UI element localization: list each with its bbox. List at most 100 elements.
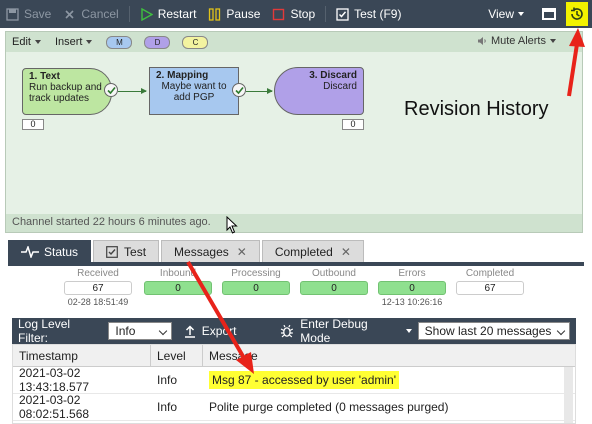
node-title: 1. Text	[29, 71, 60, 82]
log-message: Msg 87 - accessed by user 'admin'	[209, 371, 399, 389]
toolbar-divider	[128, 6, 130, 22]
debug-mode-button[interactable]: Enter Debug Mode	[280, 317, 412, 345]
dashboard-tabs: Status Test Messages ✕ Completed ✕	[8, 240, 584, 266]
export-label: Export	[201, 324, 237, 338]
channel-status-text: Channel started 22 hours 6 minutes ago.	[6, 214, 582, 232]
speaker-icon	[477, 37, 486, 45]
checkbox-icon	[336, 7, 349, 21]
export-button[interactable]: Export	[184, 324, 237, 338]
tab-status[interactable]: Status	[8, 240, 92, 262]
pill-c[interactable]: C	[182, 35, 209, 49]
tab-messages[interactable]: Messages ✕	[161, 240, 260, 262]
scrollbar[interactable]	[564, 367, 573, 423]
cancel-button[interactable]: Cancel	[57, 0, 124, 28]
stat-label: Outbound	[312, 268, 356, 279]
check-icon	[104, 83, 118, 97]
table-row[interactable]: 2021-03-02 13:43:18.577 Info Msg 87 - ac…	[13, 366, 575, 394]
toolbar-right: View	[480, 0, 592, 28]
check-icon	[232, 83, 246, 97]
chevron-down-icon	[550, 39, 556, 43]
node-description: Discard	[323, 81, 357, 92]
revision-history-button[interactable]	[566, 2, 588, 26]
log-level-value: Info	[115, 324, 136, 338]
stop-label: Stop	[290, 7, 316, 21]
node-count-badge: 0	[22, 119, 44, 130]
node-title: 2. Mapping	[156, 70, 209, 81]
pause-icon	[208, 7, 221, 21]
stat-errors: Errors 0 12-13 10:26:16	[378, 268, 446, 307]
test-label: Test (F9)	[354, 7, 402, 21]
stat-value: 0	[378, 281, 446, 295]
stat-label: Inbound	[159, 268, 197, 279]
log-level-filter-label: Log Level Filter:	[18, 317, 71, 345]
cancel-label: Cancel	[81, 7, 119, 21]
channel-canvas: Edit Insert M D C Mute Alerts 1. Text Ru…	[5, 31, 583, 233]
close-icon	[63, 8, 76, 21]
log-table: Timestamp Level Message 2021-03-02 13:43…	[12, 344, 576, 424]
tab-status-label: Status	[44, 244, 79, 259]
node-description: Run backup and track updates	[29, 82, 102, 104]
pause-button[interactable]: Pause	[202, 0, 266, 28]
pause-label: Pause	[226, 7, 261, 21]
node-description: Maybe want to add PGP	[161, 81, 227, 103]
bug-icon	[281, 324, 294, 338]
stat-value: 0	[300, 281, 368, 295]
tab-test[interactable]: Test	[93, 240, 160, 262]
message-count-select[interactable]: Show last 20 messages	[417, 322, 570, 340]
pill-m[interactable]: M	[106, 35, 133, 49]
node-discard[interactable]: 3. Discard Discard	[274, 67, 364, 115]
test-button[interactable]: Test (F9)	[330, 0, 407, 28]
debug-mode-label: Enter Debug Mode	[300, 317, 368, 345]
window-icon[interactable]	[542, 8, 556, 20]
stop-icon	[272, 8, 285, 21]
mouse-cursor-icon	[226, 216, 238, 234]
stat-label: Completed	[465, 268, 515, 279]
close-icon[interactable]: ✕	[341, 245, 351, 259]
chevron-down-icon	[158, 326, 168, 336]
column-header-message[interactable]: Message	[203, 345, 563, 366]
mute-alerts-button[interactable]: Mute Alerts	[477, 35, 556, 47]
stat-value: 67	[64, 281, 132, 295]
log-level-select[interactable]: Info	[108, 322, 172, 340]
stop-button[interactable]: Stop	[266, 0, 321, 28]
message-count-value: Show last 20 messages	[424, 324, 552, 338]
stat-timestamp: 12-13 10:26:16	[381, 297, 443, 307]
pill-d[interactable]: D	[144, 35, 171, 49]
tab-completed[interactable]: Completed ✕	[261, 240, 364, 262]
close-icon[interactable]: ✕	[237, 245, 247, 259]
chevron-down-icon	[86, 40, 93, 44]
edit-menu[interactable]: Edit	[12, 36, 41, 48]
stat-value: 67	[456, 281, 524, 295]
log-timestamp: 2021-03-02 13:43:18.577	[19, 366, 90, 394]
stat-value: 0	[144, 281, 212, 295]
save-icon	[6, 7, 19, 21]
table-row[interactable]: 2021-03-02 08:02:51.568 Info Polite purg…	[13, 393, 575, 421]
chevron-down-icon	[34, 40, 41, 44]
view-menu-button[interactable]: View	[480, 7, 532, 21]
pulse-icon	[21, 245, 39, 258]
column-header-level[interactable]: Level	[151, 345, 203, 366]
chevron-down-icon	[405, 329, 412, 333]
log-table-header: Timestamp Level Message	[13, 345, 575, 367]
stat-timestamp: 02-28 18:51:49	[67, 297, 129, 307]
history-icon	[571, 7, 583, 20]
stat-label: Processing	[231, 268, 281, 279]
message-stats: Received 67 02-28 18:51:49 Inbound 0 Pro…	[64, 268, 584, 312]
column-header-timestamp[interactable]: Timestamp	[13, 345, 151, 366]
edit-label: Edit	[12, 36, 31, 48]
main-toolbar: Save Cancel Restart Pause Stop Test (F9)…	[0, 0, 592, 28]
mute-alerts-label: Mute Alerts	[490, 35, 546, 47]
play-icon	[140, 7, 153, 21]
node-title: 3. Discard	[309, 70, 357, 81]
stat-value: 0	[222, 281, 290, 295]
chevron-down-icon	[556, 326, 566, 336]
insert-menu[interactable]: Insert	[55, 36, 93, 48]
tab-completed-label: Completed	[274, 244, 333, 259]
stat-received: Received 67 02-28 18:51:49	[64, 268, 132, 307]
node-text[interactable]: 1. Text Run backup and track updates	[22, 68, 112, 115]
tab-messages-label: Messages	[174, 244, 229, 259]
save-button[interactable]: Save	[0, 0, 57, 28]
chevron-down-icon	[518, 12, 524, 16]
restart-button[interactable]: Restart	[134, 0, 203, 28]
node-mapping[interactable]: 2. Mapping Maybe want to add PGP	[149, 67, 239, 115]
